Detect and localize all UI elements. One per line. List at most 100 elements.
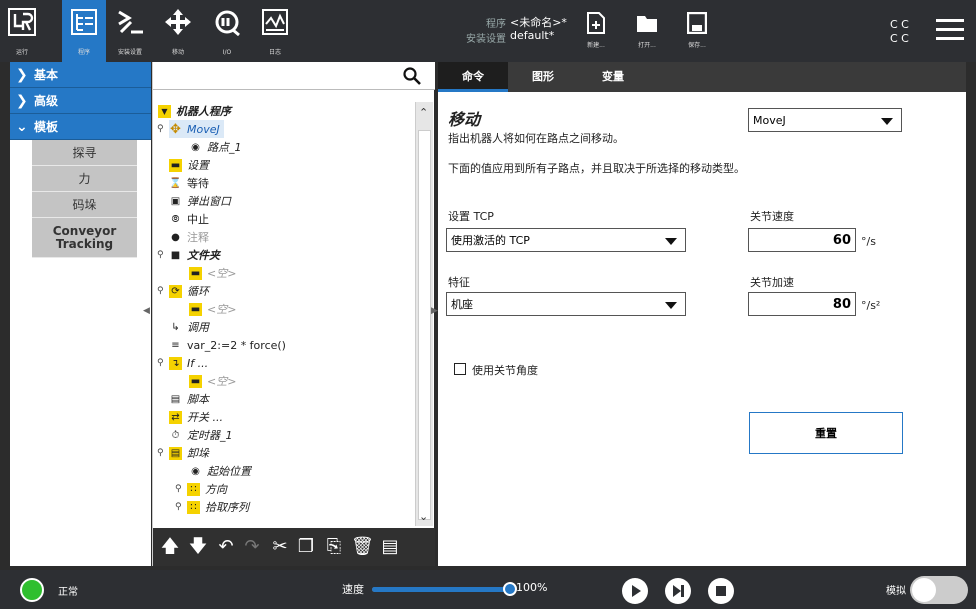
install-key: 安装设置	[466, 34, 506, 45]
joint-speed-input[interactable]: 60	[748, 228, 856, 252]
cut-icon[interactable]: ✂	[269, 534, 291, 560]
log-tab[interactable]: 日志	[253, 0, 297, 62]
move-down-icon[interactable]: 🡇	[187, 534, 209, 560]
nav-item-pallet[interactable]: 码垛	[32, 192, 137, 218]
tcp-select[interactable]: 使用激活的 TCP	[446, 228, 686, 252]
installation-label: 安装设置	[117, 49, 142, 56]
tree-node-loop[interactable]: ⟳ 循环	[169, 282, 209, 300]
tree-node-wait[interactable]: ⌛ 等待	[169, 174, 209, 192]
popup-icon: ▣	[170, 195, 181, 207]
joint-angle-checkbox[interactable]	[454, 363, 466, 375]
panel-title: 移动	[448, 110, 481, 129]
feature-select[interactable]: 机座	[446, 292, 686, 316]
tab-variables[interactable]: 变量	[578, 62, 648, 92]
timer-icon: ⏱	[171, 429, 180, 441]
tree-root[interactable]: ▼ 机器人程序	[158, 102, 231, 120]
robot-logo-icon	[8, 8, 36, 36]
tree-node-direction[interactable]: ∷ 方向	[187, 480, 227, 498]
move-up-icon[interactable]: 🡅	[159, 534, 181, 560]
chevron-down-icon[interactable]: ⌄	[419, 510, 428, 523]
move-tab[interactable]: 移动	[156, 0, 200, 62]
save-icon	[686, 11, 708, 35]
chevron-right-icon: ❯	[16, 92, 28, 109]
tree-node-movej[interactable]: ✥ MoveJ	[169, 120, 224, 138]
tree-node-comment[interactable]: ● 注释	[169, 228, 209, 246]
tree-node-pick-sequence[interactable]: ∷ 拾取序列	[187, 498, 249, 516]
step-icon	[673, 585, 684, 597]
nav-template[interactable]: ⌄ 模板	[10, 114, 151, 140]
simulation-label: 模拟	[886, 586, 906, 597]
installation-tab[interactable]: 安装设置	[108, 0, 152, 62]
redo-icon[interactable]: ↷	[241, 534, 263, 560]
nav-item-conveyor[interactable]: Conveyor Tracking	[32, 218, 137, 258]
tree-node-empty[interactable]: ▬ <空>	[189, 264, 236, 282]
play-icon	[632, 585, 641, 597]
speed-value: 100%	[516, 581, 548, 594]
tree-node-if[interactable]: ↴ If ...	[169, 354, 208, 372]
tab-graphics[interactable]: 图形	[508, 62, 578, 92]
speed-slider-fill	[372, 587, 510, 592]
play-button[interactable]	[622, 578, 648, 604]
tree-node-call[interactable]: ↳ 调用	[169, 318, 209, 336]
tree-node-timer[interactable]: ⏱ 定时器_1	[169, 426, 233, 444]
call-icon: ↳	[171, 321, 180, 333]
copy-icon[interactable]: ❐	[295, 534, 317, 560]
reset-button[interactable]: 重置	[749, 412, 903, 454]
paste-icon[interactable]: ⎘	[323, 534, 345, 560]
switch-icon: ⇄	[169, 410, 182, 424]
right-collapse-handle[interactable]: ▶	[431, 306, 438, 316]
tree-node-set[interactable]: ▬ 设置	[169, 156, 209, 174]
nav-item-search[interactable]: 探寻	[32, 140, 137, 166]
tree-node-script[interactable]: ▤ 脚本	[169, 390, 209, 408]
speed-slider[interactable]	[372, 582, 517, 596]
scroll-thumb[interactable]	[418, 130, 431, 520]
feature-label: 特征	[448, 276, 470, 289]
open-file-button[interactable]: 打开...	[627, 12, 667, 49]
run-tab[interactable]: 运行	[0, 0, 44, 62]
suppress-icon[interactable]: ▤	[379, 534, 401, 560]
tree-node-assignment[interactable]: ≡ var_2:=2 * force()	[169, 336, 286, 354]
tree-node-empty[interactable]: ▬ <空>	[189, 300, 236, 318]
joint-accel-value: 80	[832, 296, 851, 312]
tree-node-home[interactable]: ◉ 起始位置	[189, 462, 251, 480]
tree-node-popup[interactable]: ▣ 弹出窗口	[169, 192, 231, 210]
new-file-button[interactable]: 新建...	[576, 12, 616, 49]
nav-advanced[interactable]: ❯ 高级	[10, 88, 151, 114]
tree-node-empty[interactable]: ▬ <空>	[189, 372, 236, 390]
hamburger-menu-icon[interactable]	[936, 19, 964, 41]
program-tab[interactable]: 程序	[62, 0, 106, 62]
new-file-icon	[587, 12, 605, 34]
move-icon: ✥	[170, 121, 181, 137]
tree-node-folder[interactable]: ■ 文件夹	[169, 246, 220, 264]
pin-icon: ⚲	[157, 250, 164, 260]
delete-icon[interactable]: 🗑	[351, 534, 374, 560]
chevron-up-icon[interactable]: ⌃	[419, 106, 428, 119]
simulation-toggle[interactable]	[910, 576, 968, 604]
nav-item-force[interactable]: 力	[32, 166, 137, 192]
joint-accel-input[interactable]: 80	[748, 292, 856, 316]
undo-icon[interactable]: ↶	[215, 534, 237, 560]
step-button[interactable]	[665, 578, 691, 604]
grid-icon: ∷	[187, 482, 200, 496]
move-type-select[interactable]: MoveJ	[748, 108, 902, 132]
tree-node-switch[interactable]: ⇄ 开关 ...	[169, 408, 223, 426]
tree-node-depalletize[interactable]: ▤ 卸垛	[169, 444, 209, 462]
save-file-button[interactable]: 保存...	[677, 11, 717, 49]
pin-icon: ⚲	[157, 448, 164, 458]
pin-icon: ⚲	[175, 502, 182, 512]
joint-speed-value: 60	[832, 232, 851, 248]
nav-basic[interactable]: ❯ 基本	[10, 62, 151, 88]
left-collapse-handle[interactable]: ◀	[143, 306, 150, 316]
tree-search-input[interactable]	[155, 64, 397, 87]
installation-icon	[118, 10, 143, 34]
stop-button[interactable]	[708, 578, 734, 604]
speed-slider-knob[interactable]	[503, 582, 517, 596]
search-icon[interactable]	[403, 67, 421, 85]
joint-speed-unit: °/s	[861, 235, 876, 248]
tree-node-halt[interactable]: ⦾ 中止	[169, 210, 210, 228]
move-type-value: MoveJ	[753, 113, 786, 127]
power-status-icon[interactable]	[20, 578, 44, 602]
tab-command[interactable]: 命令	[438, 62, 508, 92]
io-tab[interactable]: I/O	[205, 0, 249, 62]
tree-node-waypoint[interactable]: ◉ 路点_1	[189, 138, 241, 156]
